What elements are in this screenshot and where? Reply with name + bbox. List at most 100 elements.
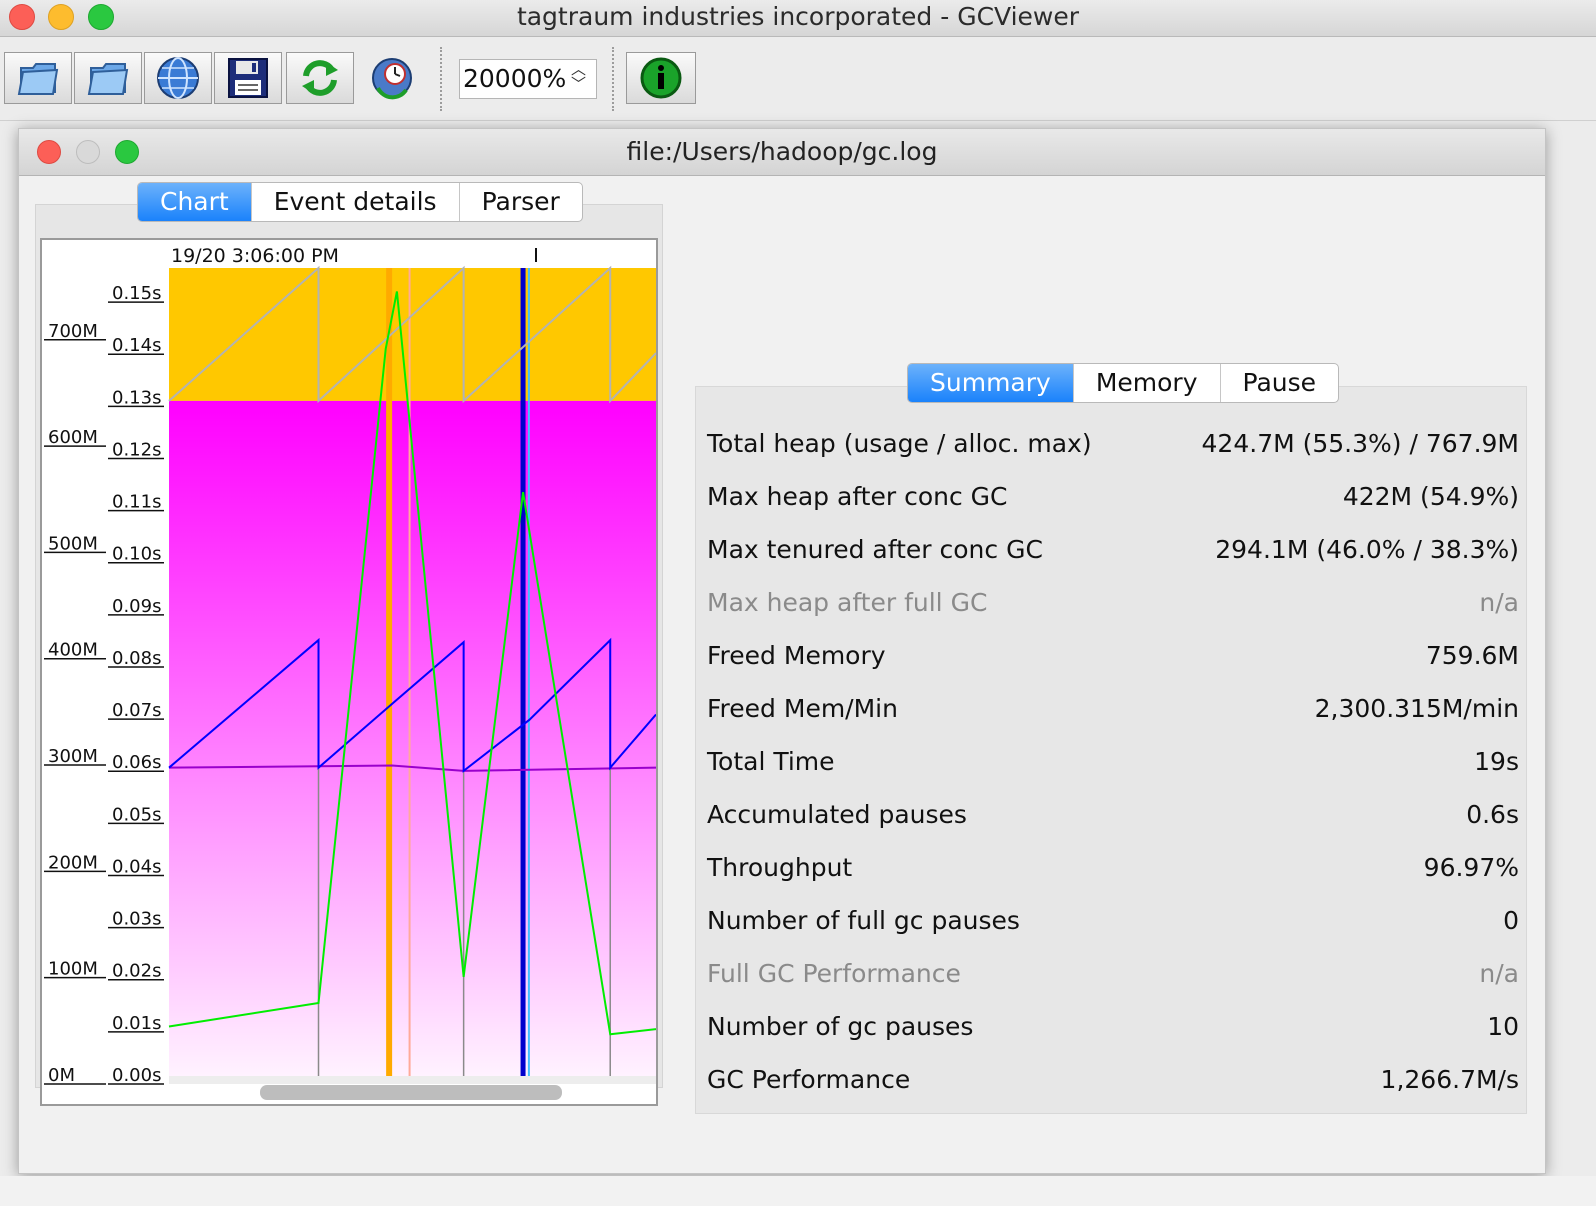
refresh-button[interactable] <box>286 52 354 104</box>
summary-row-label: Freed Memory <box>707 641 886 670</box>
summary-row-label: Max tenured after conc GC <box>707 535 1043 564</box>
horizontal-scrollbar-thumb[interactable] <box>260 1085 562 1100</box>
summary-row-value: 422M (54.9%) <box>1342 482 1519 511</box>
open-file-button-2[interactable] <box>74 52 142 104</box>
tab-summary[interactable]: Summary <box>908 364 1073 402</box>
tenured-heap-area <box>169 400 656 1076</box>
left-axis-tick-label: 400M <box>48 640 98 661</box>
left-axis-tick-label: 100M <box>48 959 98 980</box>
left-axis-tick-label: 300M <box>48 746 98 767</box>
export-button[interactable] <box>214 52 282 104</box>
right-axis-tick-label: 0.03s <box>112 909 161 930</box>
summary-row-value: 1,266.7M/s <box>1380 1065 1519 1094</box>
view-tabs: Chart Event details Parser <box>137 182 583 222</box>
summary-row-value: 424.7M (55.3%) / 767.9M <box>1201 429 1519 458</box>
tab-event-details[interactable]: Event details <box>250 183 459 221</box>
summary-row-label: Number of gc pauses <box>707 1012 974 1041</box>
window-title: tagtraum industries incorporated - GCVie… <box>516 2 1080 31</box>
zoom-stepper-arrows[interactable]: ︿ ﹀ <box>571 62 586 92</box>
tab-chart[interactable]: Chart <box>138 183 251 221</box>
folder-icon <box>17 63 59 95</box>
floppy-disk-icon <box>228 58 268 98</box>
summary-row: Freed Memory 759.6M <box>707 633 1519 686</box>
right-axis-tick-label: 0.10s <box>112 544 161 565</box>
summary-row-label: GC Performance <box>707 1065 911 1094</box>
summary-row: Freed Mem/Min 2,300.315M/min <box>707 686 1519 739</box>
summary-row-label: Full GC Performance <box>707 959 961 988</box>
summary-row-value: 0.6s <box>1466 800 1519 829</box>
summary-row-label: Freed Mem/Min <box>707 694 898 723</box>
window-titlebar: tagtraum industries incorporated - GCVie… <box>0 0 1596 37</box>
summary-row: Number of gc pauses 10 <box>707 1004 1519 1057</box>
summary-row: Max tenured after conc GC 294.1M (46.0% /… <box>707 527 1519 580</box>
right-axis-tick-label: 0.05s <box>112 804 161 825</box>
document-title: file:/Users/hadoop/gc.log <box>626 137 938 166</box>
right-axis-tick-label: 0.08s <box>112 648 161 669</box>
summary-row: Throughput 96.97% <box>707 845 1519 898</box>
right-axis-tick-label: 0.09s <box>112 596 161 617</box>
document-titlebar: file:/Users/hadoop/gc.log <box>19 129 1545 176</box>
summary-row: Max heap after full GC n/a <box>707 580 1519 633</box>
summary-row-label: Accumulated pauses <box>707 800 967 829</box>
info-icon <box>640 57 682 99</box>
document-window: file:/Users/hadoop/gc.log Chart Event de… <box>18 128 1546 1174</box>
summary-row: GC Performance 1,266.7M/s <box>707 1057 1519 1110</box>
chevron-down-icon[interactable]: ﹀ <box>571 77 586 92</box>
right-axis-tick-label: 0.14s <box>112 335 161 356</box>
right-axis-tick-label: 0.02s <box>112 961 161 982</box>
summary-row-label: Total Time <box>707 747 835 776</box>
summary-row-label: Total heap (usage / alloc. max) <box>707 429 1092 458</box>
summary-row-value: 19s <box>1474 747 1519 776</box>
summary-row-label: Number of full gc pauses <box>707 906 1020 935</box>
document-content: Chart Event details Parser 19/20 3:06:00… <box>19 176 1545 1173</box>
gc-chart[interactable]: 19/20 3:06:00 PM 700M 600M 500M 400M 300M 200… <box>40 238 658 1106</box>
right-axis-tick-label: 0.11s <box>112 492 161 513</box>
right-axis-tick-label: 0.07s <box>112 700 161 721</box>
left-axis-tick-label: 0M <box>48 1065 75 1086</box>
zoom-spinner[interactable]: 20000% ︿ ﹀ <box>459 59 597 99</box>
toolbar-separator <box>612 47 614 111</box>
summary-row-value: 294.1M (46.0% / 38.3%) <box>1215 535 1519 564</box>
summary-row: Max heap after conc GC 422M (54.9%) <box>707 474 1519 527</box>
summary-row-value: 2,300.315M/min <box>1314 694 1519 723</box>
summary-row-value: 96.97% <box>1423 853 1519 882</box>
refresh-icon <box>302 60 338 96</box>
total-heap-area <box>169 268 656 401</box>
globe-icon <box>157 57 199 99</box>
tab-pause[interactable]: Pause <box>1219 364 1339 402</box>
open-url-button[interactable] <box>144 52 212 104</box>
right-axis-tick-label: 0.15s <box>112 283 161 304</box>
gc-chart-svg: 19/20 3:06:00 PM 700M 600M 500M 400M 300M 200… <box>42 240 657 1104</box>
right-axis-tick-label: 0.12s <box>112 439 161 460</box>
summary-row-value: 0 <box>1503 906 1519 935</box>
summary-row-label: Throughput <box>707 853 853 882</box>
right-axis-tick-label: 0.04s <box>112 856 161 877</box>
watch-button[interactable] <box>358 52 426 104</box>
left-axis-tick-label: 500M <box>48 533 98 554</box>
watch-globe-icon <box>372 58 412 100</box>
summary-row-value: 759.6M <box>1425 641 1519 670</box>
timestamp-label: 19/20 3:06:00 PM <box>171 245 339 267</box>
info-button[interactable] <box>626 52 696 104</box>
tab-memory[interactable]: Memory <box>1072 364 1220 402</box>
right-axis-tick-label: 0.06s <box>112 752 161 773</box>
zoom-value[interactable]: 20000% <box>463 64 566 93</box>
summary-row-value: n/a <box>1479 959 1519 988</box>
open-file-button[interactable] <box>4 52 72 104</box>
toolbar: 20000% ︿ ﹀ <box>0 37 1596 121</box>
left-axis-tick-label: 200M <box>48 852 98 873</box>
background-page-strip <box>0 1176 1596 1206</box>
right-axis-tick-label: 0.13s <box>112 387 161 408</box>
left-axis-tick-label: 600M <box>48 427 98 448</box>
summary-row: Total Time 19s <box>707 739 1519 792</box>
summary-row-label: Max heap after conc GC <box>707 482 1008 511</box>
summary-row: Full GC Performance n/a <box>707 951 1519 1004</box>
summary-row: Total heap (usage / alloc. max) 424.7M (5… <box>707 421 1519 474</box>
summary-row-value: n/a <box>1479 588 1519 617</box>
summary-row-label: Max heap after full GC <box>707 588 988 617</box>
right-axis-tick-label: 0.01s <box>112 1013 161 1034</box>
tab-parser[interactable]: Parser <box>458 183 582 221</box>
summary-row: Accumulated pauses 0.6s <box>707 792 1519 845</box>
folder-icon <box>87 63 129 95</box>
summary-row: Number of full gc pauses 0 <box>707 898 1519 951</box>
